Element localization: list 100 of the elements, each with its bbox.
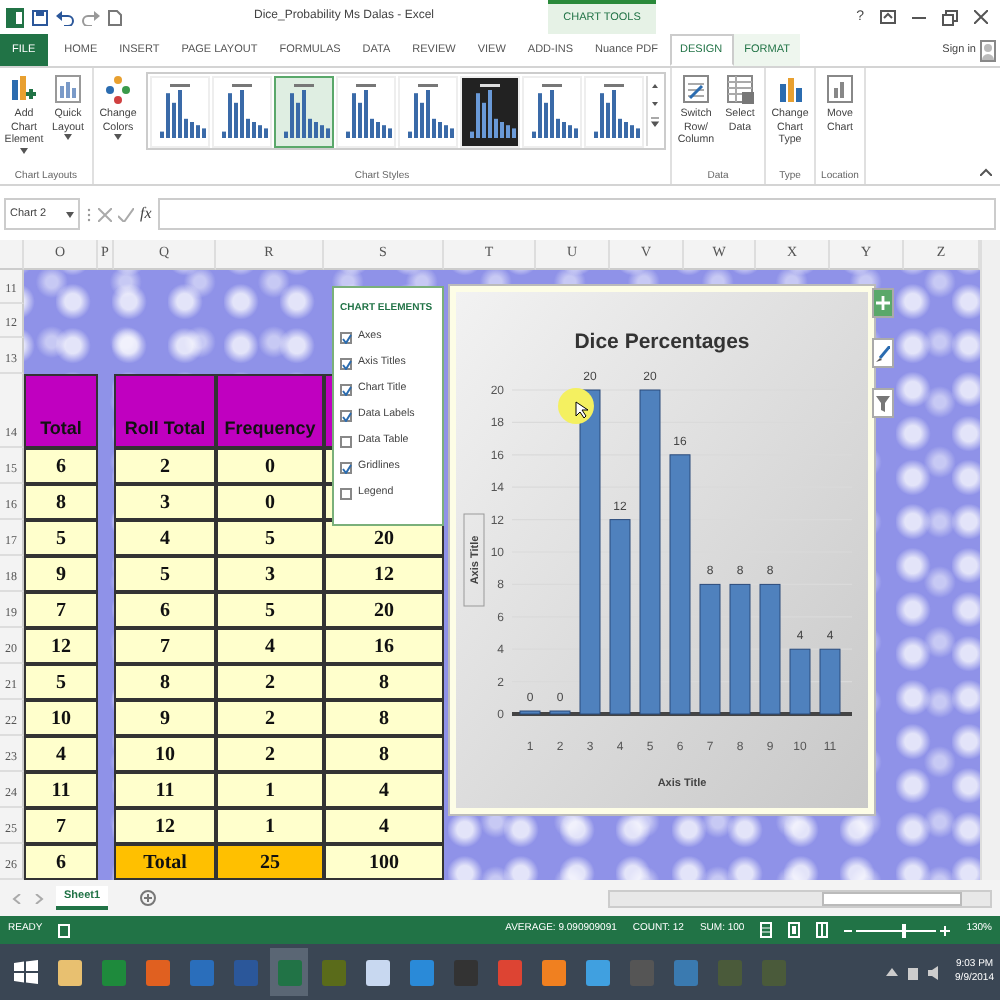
show-hidden-icons[interactable] <box>885 966 898 978</box>
table-header: Frequency <box>216 374 324 448</box>
table-cell: 12 <box>324 556 444 592</box>
bar[interactable] <box>549 710 571 715</box>
cursor-icon <box>575 401 589 419</box>
chart-style-thumbnail[interactable] <box>274 76 334 148</box>
caret-icon <box>64 134 72 141</box>
scroll-thumb[interactable] <box>822 891 962 905</box>
normal-view-icon[interactable] <box>760 922 773 938</box>
chart-title[interactable]: Dice Percentages <box>574 330 750 354</box>
table-cell: 8 <box>24 484 98 520</box>
table-cell: 2 <box>216 736 324 772</box>
formula-input[interactable] <box>157 198 996 230</box>
collapse-ribbon-icon[interactable] <box>980 168 992 176</box>
app-icon <box>233 959 257 985</box>
table-cell: 6 <box>24 844 98 880</box>
table-cell: 3 <box>216 556 324 592</box>
app-icon <box>101 959 125 985</box>
zoom-in-icon[interactable] <box>940 925 951 935</box>
app-icon <box>321 959 345 985</box>
excel-logo-icon <box>6 7 24 27</box>
network-icon[interactable] <box>905 965 920 979</box>
checkbox[interactable] <box>340 332 352 344</box>
plus-icon <box>876 296 890 310</box>
more-styles-icon[interactable] <box>648 112 662 132</box>
table-cell: 2 <box>216 700 324 736</box>
bar[interactable] <box>519 710 541 715</box>
app-icon <box>629 959 653 985</box>
document-icon[interactable] <box>108 9 122 25</box>
app-icon <box>145 959 169 985</box>
table-cell: 2 <box>114 448 216 484</box>
windows-logo-icon <box>13 960 37 984</box>
chart-elements-button[interactable] <box>872 288 894 318</box>
checkbox[interactable] <box>340 436 352 448</box>
page-break-icon[interactable] <box>816 922 829 938</box>
table-cell: 3 <box>114 484 216 520</box>
table-cell: 9 <box>114 700 216 736</box>
table-cell: 0 <box>216 484 324 520</box>
table-cell: 9 <box>24 556 98 592</box>
table-cell: 6 <box>114 592 216 628</box>
table-cell: 16 <box>324 628 444 664</box>
ribbon-display-options-icon[interactable] <box>880 10 896 24</box>
account-picture-icon[interactable] <box>980 39 996 61</box>
table-cell: 4 <box>216 628 324 664</box>
table-cell: 4 <box>324 808 444 844</box>
app-icon <box>673 959 697 985</box>
table-cell: 8 <box>324 700 444 736</box>
caret-icon <box>114 134 122 141</box>
insert-function-button[interactable]: fx <box>140 205 152 223</box>
vertical-scrollbar[interactable] <box>980 240 1000 880</box>
undo-icon[interactable] <box>56 9 74 25</box>
table-cell: 6 <box>24 448 98 484</box>
restore-icon[interactable] <box>942 9 958 25</box>
check-icon[interactable] <box>118 207 134 221</box>
macro-icon[interactable] <box>58 923 71 937</box>
page-layout-icon[interactable] <box>788 922 801 938</box>
app-icon <box>57 959 81 985</box>
chart-filters-button[interactable] <box>872 388 894 418</box>
chart-styles-button[interactable] <box>872 338 894 368</box>
checkbox[interactable] <box>340 488 352 500</box>
brush-icon <box>876 345 890 361</box>
add-sheet-icon[interactable] <box>140 890 157 906</box>
cancel-icon[interactable] <box>98 207 112 221</box>
table-cell: 11 <box>24 772 98 808</box>
app-icon <box>365 959 389 985</box>
app-icon <box>453 959 477 985</box>
checkbox[interactable] <box>340 358 352 370</box>
checkbox[interactable] <box>340 462 352 474</box>
table-cell: 8 <box>324 664 444 700</box>
table-cell: 8 <box>114 664 216 700</box>
table-cell: 20 <box>324 592 444 628</box>
close-icon[interactable] <box>974 10 988 24</box>
table-cell: 0 <box>216 448 324 484</box>
horizontal-scrollbar[interactable] <box>608 889 992 907</box>
app-icon <box>761 959 785 985</box>
table-cell: 12 <box>114 808 216 844</box>
table-cell: 5 <box>216 592 324 628</box>
save-icon[interactable] <box>32 9 48 25</box>
volume-icon[interactable] <box>927 965 942 979</box>
table-cell: 10 <box>24 700 98 736</box>
checkbox[interactable] <box>340 384 352 396</box>
app-icon <box>717 959 741 985</box>
caret-icon <box>20 147 28 154</box>
table-cell: 100 <box>324 844 444 880</box>
app-icon <box>497 959 521 985</box>
table-cell: 4 <box>114 520 216 556</box>
app-icon <box>189 959 213 985</box>
checkbox[interactable] <box>340 410 352 422</box>
table-cell: 5 <box>114 556 216 592</box>
table-cell: 7 <box>24 592 98 628</box>
table-cell: 5 <box>216 520 324 556</box>
table-cell: 7 <box>24 808 98 844</box>
table-cell: 5 <box>24 520 98 556</box>
bar[interactable] <box>579 389 601 715</box>
table-cell: 8 <box>324 736 444 772</box>
table-cell: 12 <box>24 628 98 664</box>
table-header: Total <box>24 374 98 448</box>
redo-icon[interactable] <box>82 9 100 25</box>
dropdown-icon[interactable] <box>66 211 74 217</box>
table-cell: 2 <box>216 664 324 700</box>
